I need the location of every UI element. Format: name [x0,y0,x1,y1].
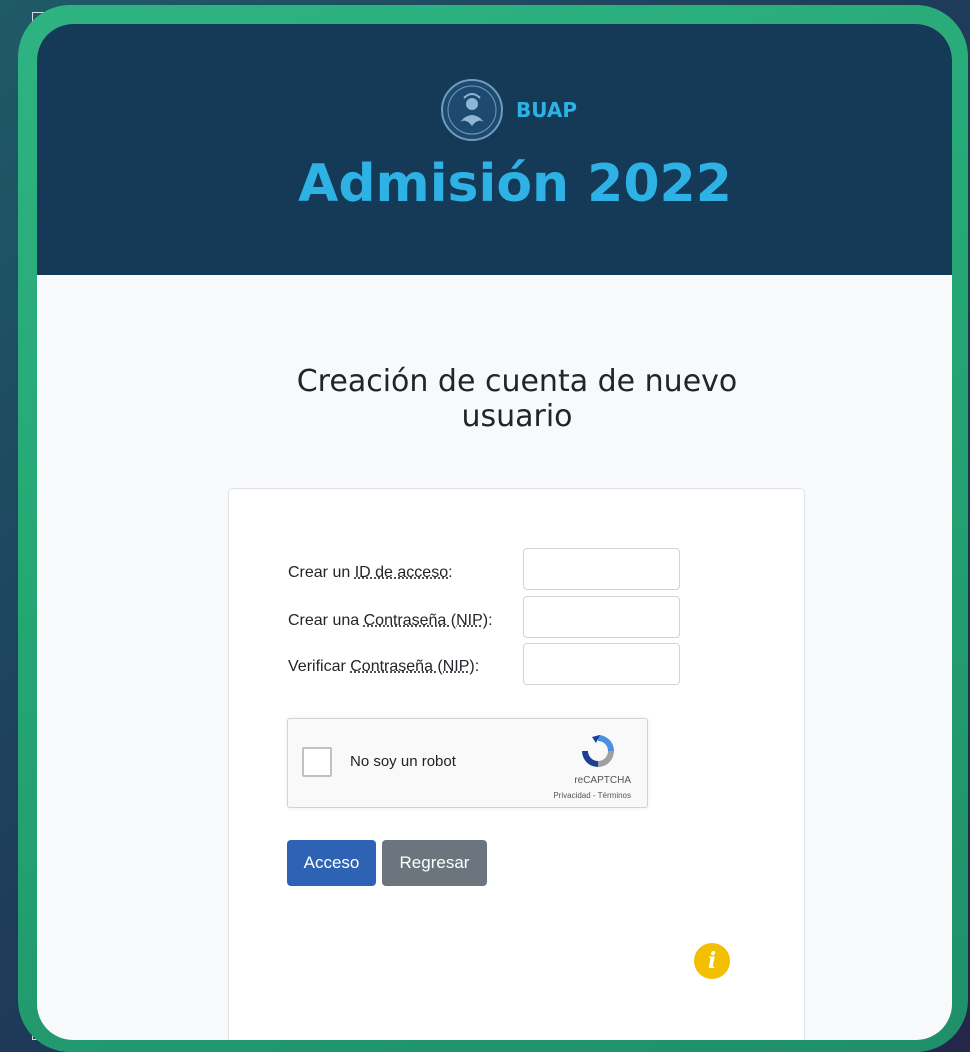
password-label-suffix: : [488,612,493,629]
password-label: Crear una Contraseña (NIP): [288,612,493,630]
page-header: BUAP Admisión 2022 [37,24,952,275]
password-row: Crear una Contraseña (NIP): [288,599,493,643]
page-title: Creación de cuenta de nuevo usuario [296,364,738,434]
back-button[interactable]: Regresar [382,840,487,886]
password-input[interactable] [523,596,680,638]
logo-row: BUAP [440,78,577,142]
verify-row: Verificar Contraseña (NIP): [288,645,479,689]
recaptcha-icon [582,735,614,767]
access-button[interactable]: Acceso [287,840,376,886]
verify-label-abbr: Contraseña (NIP) [350,658,475,675]
signup-card: Crear un ID de acceso: Crear una Contras… [228,488,805,1040]
access-id-input[interactable] [523,548,680,590]
recaptcha-brand: reCAPTCHA [574,775,631,786]
id-label-suffix: : [448,564,453,581]
verify-label-prefix: Verificar [288,658,346,675]
verify-label: Verificar Contraseña (NIP): [288,658,479,676]
recaptcha-links[interactable]: Privacidad - Términos [553,791,631,800]
recaptcha-checkbox[interactable] [302,747,332,777]
brand-name: BUAP [516,98,578,122]
id-label-abbr: ID de acceso [354,564,449,581]
verify-password-input[interactable] [523,643,680,685]
id-label-prefix: Crear un [288,564,351,581]
password-label-abbr: Contraseña (NIP) [363,612,489,629]
info-icon[interactable]: i [694,943,730,979]
id-row: Crear un ID de acceso: [288,551,453,595]
verify-label-suffix: : [474,658,480,675]
buap-seal-icon [441,79,503,141]
browser-window: BUAP Admisión 2022 Creación de cuenta de… [37,24,952,1040]
recaptcha-widget: No soy un robot reCAPTCHA Privacidad - T… [287,718,648,808]
password-label-prefix: Crear una [288,612,360,629]
id-label: Crear un ID de acceso: [288,564,453,582]
app-title: Admisión 2022 [298,154,732,214]
recaptcha-label: No soy un robot [350,753,456,770]
